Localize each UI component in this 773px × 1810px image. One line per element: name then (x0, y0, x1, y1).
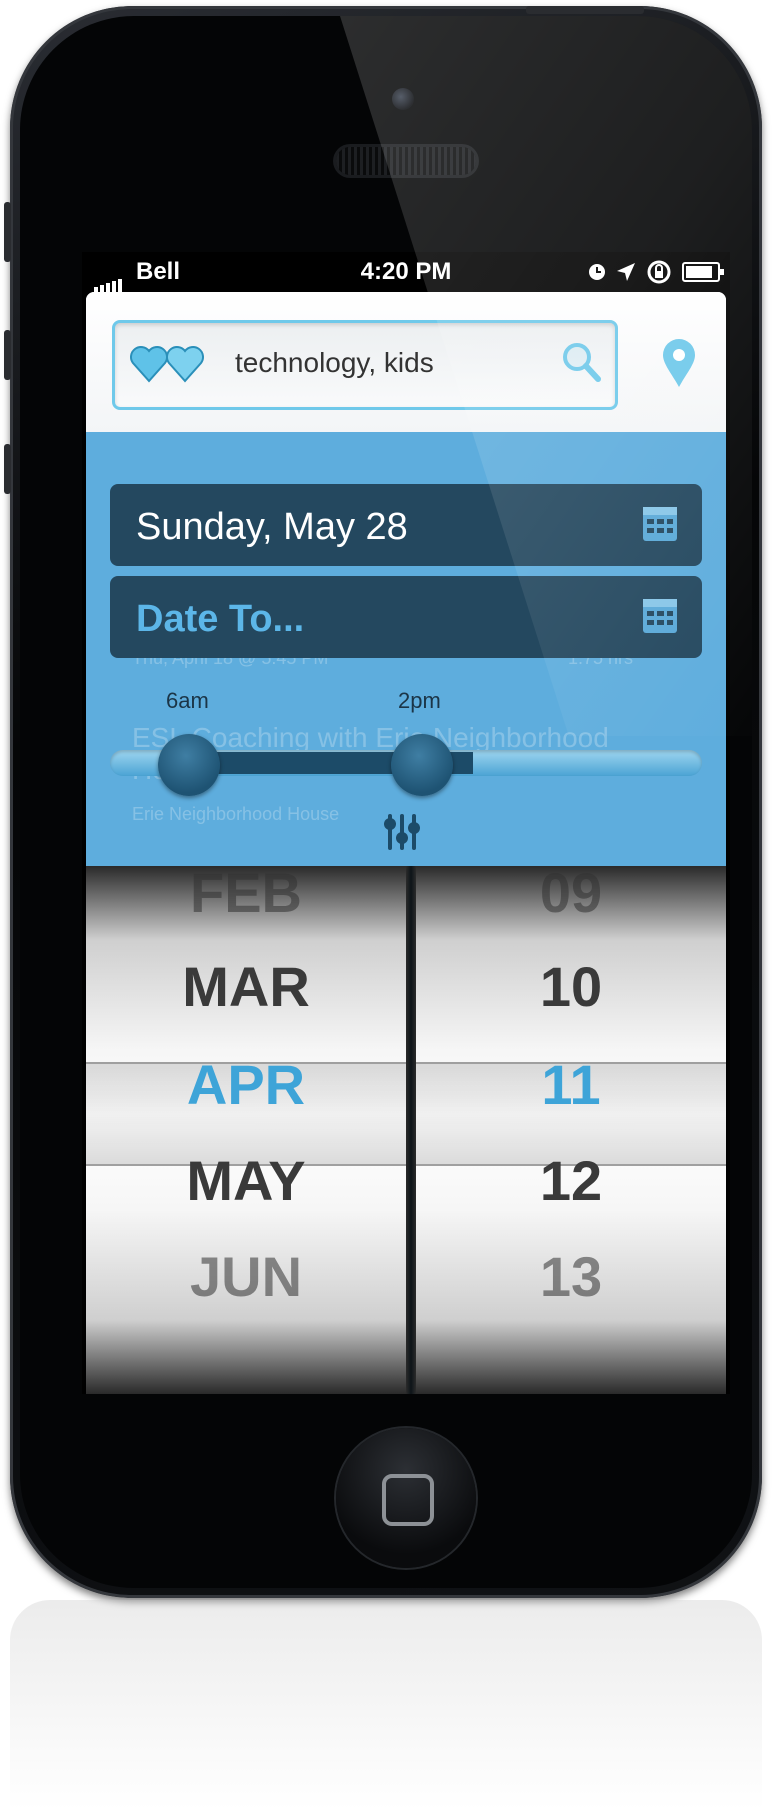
power-button (526, 6, 644, 14)
filter-panel: Thu, April 18 @ 5:45 PM 1.75 hrs ESL Coa… (86, 432, 726, 866)
status-icons (588, 259, 724, 285)
earpiece-speaker (336, 147, 476, 175)
battery-icon (682, 262, 724, 282)
volume-up-button (4, 330, 11, 380)
time-end-handle[interactable] (391, 734, 453, 796)
month-wheel[interactable]: FEB MAR APR MAY JUN (86, 866, 406, 1394)
phone-reflection (10, 1600, 762, 1810)
day-option[interactable]: 13 (416, 1244, 726, 1309)
home-button[interactable] (336, 1428, 476, 1568)
time-start-handle[interactable] (158, 734, 220, 796)
date-from-button[interactable]: Sunday, May 28 (110, 484, 702, 566)
month-option[interactable]: FEB (86, 866, 406, 925)
day-wheel[interactable]: 09 10 11 12 13 (416, 866, 726, 1394)
rotation-lock-icon (647, 260, 671, 284)
background-event-organization: Erie Neighborhood House (132, 804, 340, 824)
volume-down-button (4, 444, 11, 494)
month-option[interactable]: MAR (86, 954, 406, 1019)
filter-settings-icon[interactable] (382, 812, 422, 852)
search-header: technology, kids (86, 292, 726, 432)
date-from-label: Sunday, May 28 (136, 506, 408, 548)
home-square-icon (382, 1474, 434, 1526)
mute-switch (4, 202, 11, 262)
time-end-label: 2pm (398, 688, 441, 713)
wheel-divider (406, 866, 416, 1394)
day-option[interactable]: 10 (416, 954, 726, 1019)
location-arrow-icon (617, 263, 635, 281)
phone-bezel: Bell 4:20 PM technology, kids Thu, April… (20, 16, 752, 1588)
hearts-logo-icon (130, 346, 204, 383)
day-option[interactable]: 09 (416, 866, 726, 925)
search-input[interactable]: technology, kids (112, 320, 618, 410)
day-option[interactable]: 12 (416, 1148, 726, 1213)
time-start-label: 6am (166, 688, 209, 713)
location-pin-icon[interactable] (662, 338, 696, 388)
status-bar: Bell 4:20 PM (82, 252, 730, 293)
month-option[interactable]: MAY (86, 1148, 406, 1213)
phone-screen: Bell 4:20 PM technology, kids Thu, April… (82, 252, 730, 1394)
phone-frame: Bell 4:20 PM technology, kids Thu, April… (4, 6, 762, 1598)
app-view: technology, kids Thu, April 18 @ 5:45 PM… (86, 292, 726, 1394)
search-icon[interactable] (561, 341, 601, 383)
calendar-icon (643, 507, 677, 541)
date-to-label: Date To... (136, 598, 305, 640)
alarm-clock-icon (589, 264, 605, 280)
date-to-button[interactable]: Date To... (110, 576, 702, 658)
month-option[interactable]: JUN (86, 1244, 406, 1309)
search-query-text: technology, kids (235, 347, 434, 378)
month-option-selected[interactable]: APR (86, 1052, 406, 1117)
day-option-selected[interactable]: 11 (416, 1052, 726, 1117)
date-picker[interactable]: FEB MAR APR MAY JUN 09 10 11 12 13 (86, 866, 726, 1394)
calendar-icon (643, 599, 677, 633)
front-camera (392, 88, 414, 110)
